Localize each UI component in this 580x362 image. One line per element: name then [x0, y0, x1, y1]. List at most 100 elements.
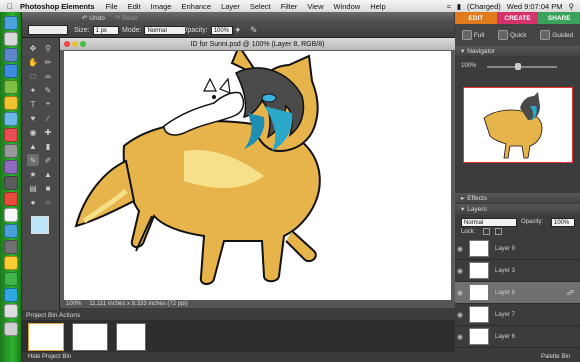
menu-window[interactable]: Window — [334, 2, 361, 11]
textedit-icon[interactable] — [4, 208, 18, 222]
layer-row[interactable]: ◉ Layer 7 — [455, 304, 580, 326]
app-store-icon[interactable] — [4, 256, 18, 270]
bin-thumbnail[interactable] — [116, 323, 146, 351]
quick-selection-tool-icon[interactable]: ✎ — [42, 84, 54, 96]
folder-icon[interactable] — [4, 288, 18, 302]
system-preferences-icon[interactable] — [4, 240, 18, 254]
app-icon[interactable] — [4, 192, 18, 206]
size-field[interactable]: 1 px — [92, 26, 119, 35]
quick-fix-button[interactable]: Quick — [497, 30, 527, 40]
paint-bucket-tool-icon[interactable]: ▲ — [42, 168, 54, 180]
itunes-icon[interactable] — [4, 160, 18, 174]
hand-tool-icon[interactable]: ✋ — [27, 56, 39, 68]
marquee-tool-icon[interactable]: □ — [27, 70, 39, 82]
photo-booth-icon[interactable] — [4, 176, 18, 190]
tab-edit[interactable]: EDIT — [455, 12, 497, 24]
facetime-icon[interactable] — [4, 272, 18, 286]
downloads-icon[interactable] — [4, 304, 18, 318]
close-window-icon[interactable] — [64, 41, 70, 47]
healing-brush-tool-icon[interactable]: ✚ — [42, 126, 54, 138]
magic-wand-tool-icon[interactable]: ✦ — [27, 84, 39, 96]
sponge-tool-icon[interactable]: ○ — [42, 196, 54, 208]
foreground-color-swatch[interactable] — [31, 216, 49, 234]
navigator-header[interactable]: ▾ Navigator — [455, 46, 580, 56]
tab-share[interactable]: SHARE — [538, 12, 580, 24]
minimize-window-icon[interactable] — [72, 41, 78, 47]
redo-button[interactable]: ↷ Redo — [115, 14, 138, 22]
menu-image[interactable]: Image — [151, 2, 172, 11]
document-zoom[interactable]: 100% — [66, 301, 81, 307]
calendar-icon[interactable] — [4, 128, 18, 142]
clone-stamp-tool-icon[interactable]: ▲ — [27, 140, 39, 152]
menu-filter[interactable]: Filter — [281, 2, 298, 11]
layer-link-icon[interactable]: ☍ — [567, 289, 574, 297]
navigator-zoom[interactable]: 100% — [461, 63, 476, 69]
opacity-field[interactable]: 100% — [210, 26, 233, 35]
eye-icon[interactable]: ◉ — [455, 311, 465, 319]
gradient-tool-icon[interactable]: ▤ — [27, 182, 39, 194]
menu-layer[interactable]: Layer — [221, 2, 240, 11]
mode-select[interactable]: Normal — [144, 26, 187, 35]
preview-icon[interactable] — [4, 144, 18, 158]
trash-icon[interactable] — [4, 322, 18, 336]
dashboard-icon[interactable] — [4, 32, 18, 46]
blur-tool-icon[interactable]: ● — [27, 196, 39, 208]
tab-create[interactable]: CREATE — [496, 12, 539, 24]
lock-transparent-icon[interactable] — [483, 228, 490, 235]
spotlight-icon[interactable]: ⚲ — [569, 2, 575, 11]
crop-tool-icon[interactable]: ⌖ — [42, 98, 54, 110]
type-tool-icon[interactable]: T — [27, 98, 39, 110]
zoom-window-icon[interactable] — [80, 41, 86, 47]
hide-project-bin-button[interactable]: Hide Project Bin — [28, 354, 71, 360]
eye-icon[interactable]: ◉ — [455, 245, 465, 253]
eyedropper-tool-icon[interactable]: ✏ — [42, 56, 54, 68]
safari-icon[interactable] — [4, 64, 18, 78]
pencil-tool-icon[interactable]: ✎ — [27, 154, 39, 166]
layer-row[interactable]: ◉ Layer 3 — [455, 260, 580, 282]
navigator-slider-handle[interactable] — [515, 63, 521, 70]
navigator-preview[interactable] — [463, 87, 573, 163]
layers-header[interactable]: ▾ Layers — [455, 204, 580, 214]
bin-thumbnail[interactable] — [28, 323, 64, 351]
tablet-options-icon[interactable]: ✎ — [250, 25, 258, 36]
bin-thumbnail[interactable] — [72, 323, 108, 351]
menu-select[interactable]: Select — [250, 2, 271, 11]
clock[interactable]: Wed 9:07:04 PM — [507, 2, 563, 11]
eraser-tool-icon[interactable]: ▮ — [42, 140, 54, 152]
lasso-tool-icon[interactable]: ∞ — [42, 70, 54, 82]
photoshop-elements-icon[interactable] — [4, 224, 18, 238]
eye-icon[interactable]: ◉ — [455, 267, 465, 275]
guided-edit-button[interactable]: Guided — [540, 30, 573, 40]
menu-help[interactable]: Help — [370, 2, 385, 11]
app-menu[interactable]: Photoshop Elements — [20, 2, 95, 11]
skype-icon[interactable] — [4, 112, 18, 126]
mail-icon[interactable] — [4, 48, 18, 62]
navigator-zoom-slider[interactable] — [487, 66, 557, 68]
airbrush-icon[interactable]: ✦ — [234, 25, 242, 36]
messages-icon[interactable] — [4, 80, 18, 94]
menu-view[interactable]: View — [307, 2, 323, 11]
full-edit-button[interactable]: Full — [461, 30, 484, 40]
red-eye-tool-icon[interactable]: ◉ — [27, 126, 39, 138]
notes-icon[interactable] — [4, 96, 18, 110]
brush-preset-picker[interactable] — [28, 25, 68, 35]
battery-icon[interactable]: ▮ — [457, 2, 461, 11]
finder-icon[interactable] — [4, 16, 18, 30]
effects-header[interactable]: ▸ Effects — [455, 193, 580, 203]
eye-icon[interactable]: ◉ — [455, 333, 465, 341]
shape-tool-icon[interactable]: ■ — [42, 182, 54, 194]
smart-brush-tool-icon[interactable]: ★ — [27, 168, 39, 180]
menu-edit[interactable]: Edit — [128, 2, 141, 11]
cookie-cutter-tool-icon[interactable]: ♥ — [27, 112, 39, 124]
wifi-icon[interactable]: ≈ — [447, 2, 451, 11]
layer-opacity-field[interactable]: 100% — [551, 218, 575, 227]
palette-bin-button[interactable]: Palette Bin — [541, 354, 570, 360]
eye-icon[interactable]: ◉ — [455, 289, 465, 297]
layer-row-selected[interactable]: ◉ Layer 8 ☍ — [455, 282, 580, 304]
apple-menu-icon[interactable]:  — [4, 2, 16, 11]
lock-all-icon[interactable] — [495, 228, 502, 235]
layer-row[interactable]: ◉ Layer 9 — [455, 238, 580, 260]
canvas[interactable] — [64, 43, 451, 301]
blend-mode-select[interactable]: Normal — [461, 218, 517, 227]
layer-row[interactable]: ◉ Layer 6 — [455, 326, 580, 348]
